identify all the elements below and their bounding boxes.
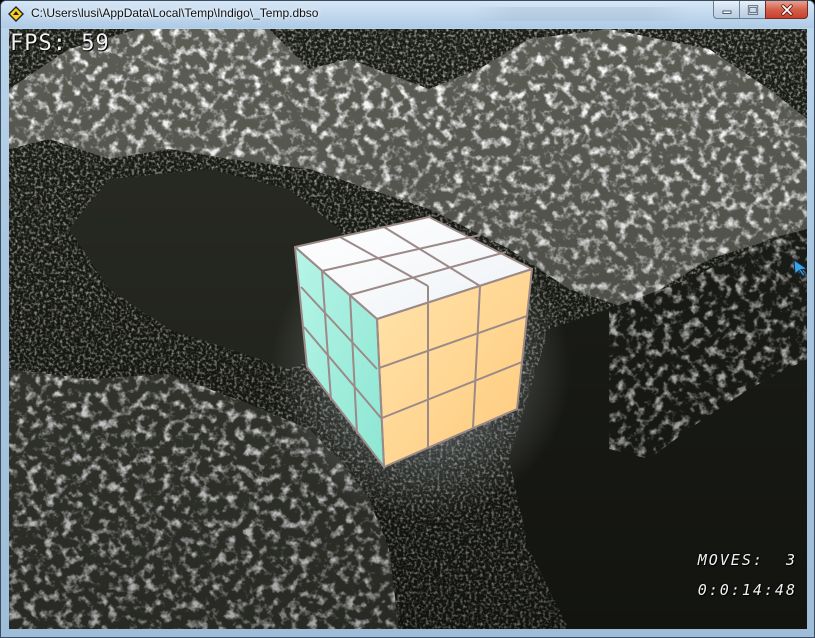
window-title: C:\Users\lusi\AppData\Local\Temp\Indigo\… [31,6,319,20]
title-bar[interactable]: C:\Users\lusi\AppData\Local\Temp\Indigo\… [1,1,814,28]
game-scene [9,29,807,629]
elapsed-timer: 0:0:14:48 [697,581,797,599]
window-controls [713,1,808,20]
mouse-cursor-icon [793,259,807,277]
window-bottom-border [9,629,807,635]
minimize-icon [722,10,731,14]
title-bar-glow [471,7,691,21]
moves-counter: MOVES: 3 [697,551,797,569]
rubiks-cube[interactable] [271,216,571,519]
fps-counter: FPS: 59 [10,31,110,56]
close-icon [780,3,793,16]
maximize-icon [747,4,758,15]
app-window: C:\Users\lusi\AppData\Local\Temp\Indigo\… [0,0,815,638]
maximize-button[interactable] [739,1,765,19]
game-viewport[interactable]: FPS: 59 MOVES: 3 0:0:14:48 [9,29,807,629]
dbpro-app-icon[interactable] [8,6,24,22]
close-button[interactable] [765,1,808,19]
minimize-button[interactable] [713,1,739,19]
